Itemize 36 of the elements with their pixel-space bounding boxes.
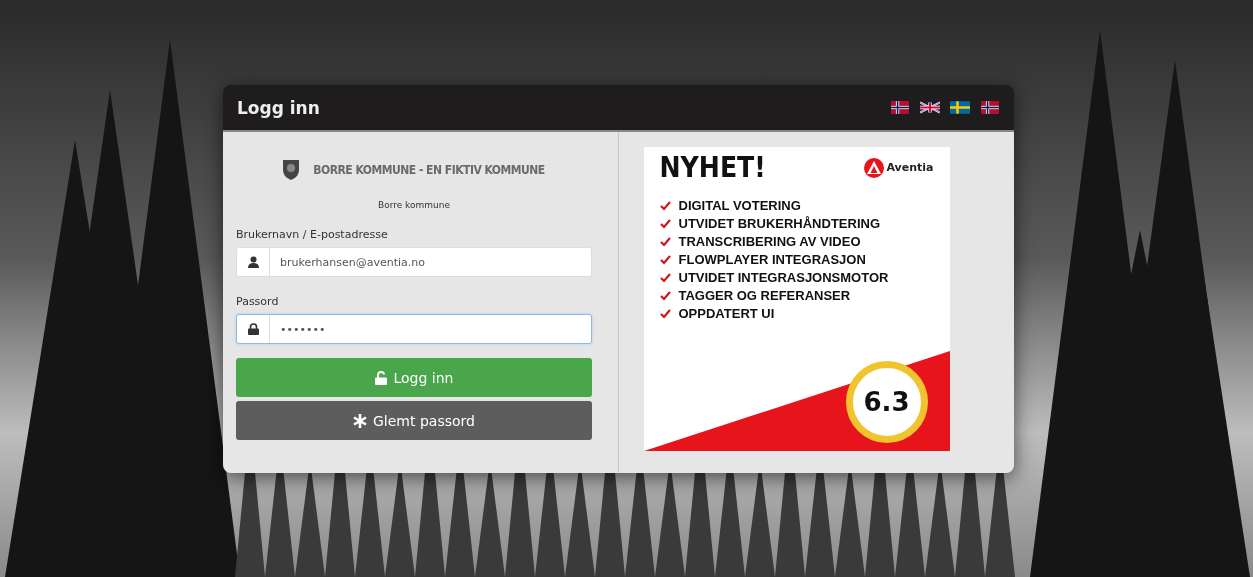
feature-item: OPPDATERT UI	[678, 306, 775, 321]
feature-item: TAGGER OG REFERANSER	[678, 288, 851, 303]
check-icon	[659, 254, 671, 265]
feature-item: UTVIDET INTEGRASJONSMOTOR	[678, 270, 889, 285]
forgot-password-button[interactable]: Glemt passord	[236, 401, 592, 440]
check-icon	[659, 308, 671, 319]
username-label: Brukernavn / E-postadresse	[236, 228, 389, 241]
check-icon	[659, 272, 671, 283]
feature-item: UTVIDET BRUKERHÅNDTERING	[678, 216, 880, 231]
dialog-title: Logg inn	[237, 97, 320, 118]
flag-icon[interactable]	[890, 101, 910, 114]
feature-item: DIGITAL VOTERING	[678, 198, 801, 213]
username-input[interactable]: brukerhansen@aventia.no	[270, 248, 591, 276]
news-heading: NYHET!	[659, 151, 766, 184]
password-field[interactable]: •••••••	[236, 314, 592, 344]
feature-item: TRANSCRIBERING AV VIDEO	[678, 234, 861, 249]
brand-logo-icon	[864, 157, 885, 178]
asterisk-icon	[353, 413, 367, 428]
username-field[interactable]: brukerhansen@aventia.no	[236, 247, 592, 277]
lock-icon	[247, 323, 259, 335]
check-icon	[659, 218, 671, 229]
flag-icon[interactable]	[920, 101, 940, 114]
user-icon	[247, 256, 259, 268]
crest-icon	[283, 160, 300, 180]
flag-icon[interactable]	[950, 101, 970, 114]
password-label: Passord	[236, 295, 280, 308]
check-icon	[659, 290, 671, 301]
unlock-icon	[374, 370, 388, 385]
password-input[interactable]: •••••••	[270, 315, 591, 343]
feature-item: FLOWPLAYER INTEGRASJON	[678, 252, 866, 267]
organization-name: Borre kommune	[378, 200, 450, 210]
check-icon	[659, 236, 671, 247]
brand-name: Aventia	[886, 161, 934, 174]
check-icon	[659, 200, 671, 211]
flag-icon[interactable]	[980, 101, 1000, 114]
organization-title: BORRE KOMMUNE - EN FIKTIV KOMMUNE	[313, 163, 545, 177]
